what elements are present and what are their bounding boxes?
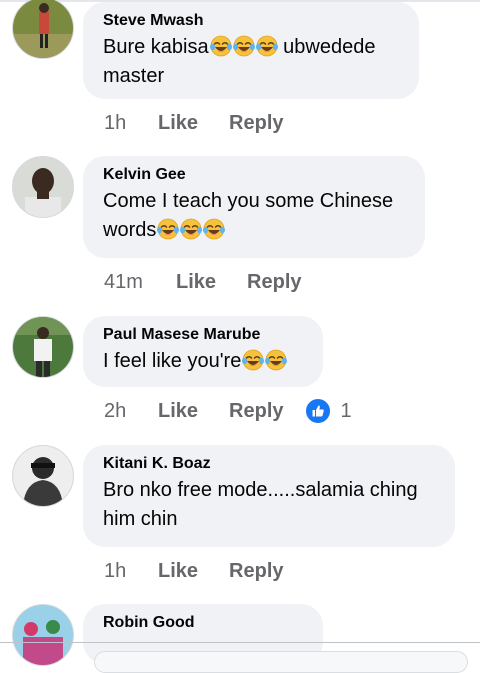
comment-actions: 41m Like Reply bbox=[104, 267, 302, 297]
comment-bubble[interactable]: Paul Masese Marube I feel like you're bbox=[83, 316, 323, 387]
face-with-tears-of-joy-icon bbox=[256, 35, 278, 57]
comment-text: Bro nko free mode.....salamia ching him … bbox=[103, 476, 435, 534]
reply-button[interactable]: Reply bbox=[247, 271, 301, 294]
reaction-count: 1 bbox=[340, 399, 352, 422]
comment-timestamp[interactable]: 41m bbox=[104, 271, 176, 294]
reply-button[interactable]: Reply bbox=[229, 400, 283, 423]
comment-text: I feel like you're bbox=[103, 347, 303, 376]
reply-button[interactable]: Reply bbox=[229, 112, 283, 135]
avatar[interactable] bbox=[12, 316, 74, 378]
face-with-tears-of-joy-icon bbox=[157, 218, 179, 240]
face-with-tears-of-joy-icon bbox=[203, 218, 225, 240]
like-button[interactable]: Like bbox=[158, 400, 198, 423]
avatar[interactable] bbox=[12, 604, 74, 666]
comment-text-line: Come I teach you some Chinese bbox=[103, 190, 394, 212]
face-with-tears-of-joy-icon bbox=[265, 349, 287, 371]
reply-button[interactable]: Reply bbox=[229, 560, 283, 583]
comment-bubble[interactable]: Kelvin Gee Come I teach you some Chinese… bbox=[83, 156, 425, 258]
comment-author[interactable]: Paul Masese Marube bbox=[103, 325, 303, 345]
comment-text-line: ubwedede bbox=[277, 36, 376, 58]
comment-author[interactable]: Steve Mwash bbox=[103, 11, 399, 31]
comment-author[interactable]: Kitani K. Boaz bbox=[103, 454, 435, 474]
comment-author[interactable]: Robin Good bbox=[103, 613, 303, 633]
like-button[interactable]: Like bbox=[176, 271, 216, 294]
avatar[interactable] bbox=[12, 156, 74, 218]
comment-text-line: I feel like you're bbox=[103, 350, 242, 372]
face-with-tears-of-joy-icon bbox=[233, 35, 255, 57]
comment-text: Bure kabisa ubwedede master bbox=[103, 33, 399, 91]
like-thumb-icon bbox=[303, 397, 332, 425]
face-with-tears-of-joy-icon bbox=[210, 35, 232, 57]
face-with-tears-of-joy-icon bbox=[242, 349, 264, 371]
comment-text-line: Bure kabisa bbox=[103, 36, 209, 58]
like-button[interactable]: Like bbox=[158, 560, 198, 583]
face-with-tears-of-joy-icon bbox=[180, 218, 202, 240]
comment-actions: 2h Like Reply 1 bbox=[104, 396, 352, 426]
comment-timestamp[interactable]: 1h bbox=[104, 560, 158, 583]
comment-bubble[interactable]: Steve Mwash Bure kabisa ubwedede master bbox=[83, 2, 419, 99]
comment-text-line: words bbox=[103, 219, 157, 241]
avatar[interactable] bbox=[12, 0, 74, 59]
write-reply-input[interactable] bbox=[94, 651, 468, 673]
comment-actions: 1h Like Reply bbox=[104, 108, 284, 138]
comment-timestamp[interactable]: 1h bbox=[104, 112, 158, 135]
composer-divider bbox=[0, 642, 480, 643]
comment-actions: 1h Like Reply bbox=[104, 556, 284, 586]
comment-text-line: Bro nko free mode.....salamia ching bbox=[103, 479, 418, 501]
comment-text-line: him chin bbox=[103, 508, 178, 530]
comment-text-line: master bbox=[103, 65, 165, 87]
comment-text: Come I teach you some Chinese words bbox=[103, 187, 405, 245]
comment-author[interactable]: Kelvin Gee bbox=[103, 165, 405, 185]
comment-bubble[interactable]: Kitani K. Boaz Bro nko free mode.....sal… bbox=[83, 445, 455, 547]
comment-timestamp[interactable]: 2h bbox=[104, 400, 158, 423]
reactions-summary[interactable]: 1 bbox=[303, 397, 352, 425]
avatar[interactable] bbox=[12, 445, 74, 507]
like-button[interactable]: Like bbox=[158, 112, 198, 135]
